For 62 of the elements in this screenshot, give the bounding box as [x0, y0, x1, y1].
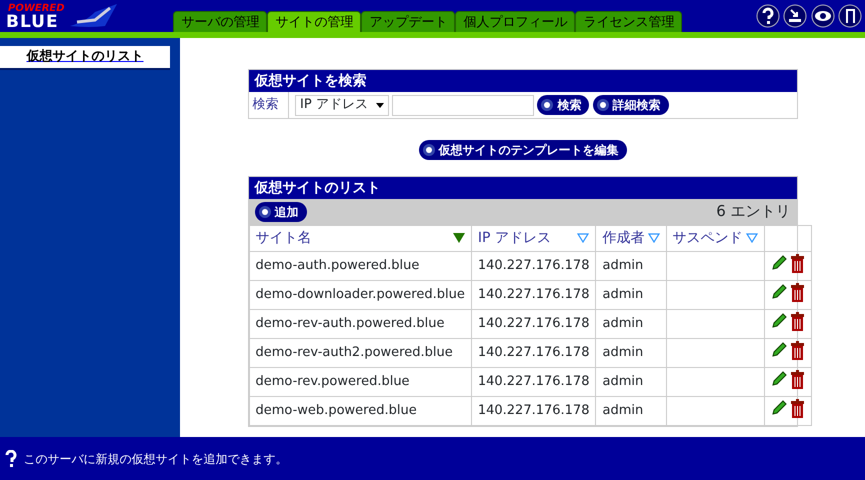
field-label: 検索 [248, 92, 288, 118]
tab[interactable]: サイトの管理 [267, 11, 362, 32]
help-icon[interactable] [756, 4, 780, 28]
table-cell: 140.227.176.178 [471, 338, 596, 367]
bullet-icon [258, 204, 272, 218]
table-cell: admin [596, 367, 666, 396]
bullet-icon [422, 143, 436, 157]
search-field[interactable] [392, 94, 534, 116]
table-cell: demo-rev-auth.powered.blue [249, 309, 472, 338]
tab[interactable]: ライセンス管理 [575, 11, 682, 32]
panel-title: 仮想サイトを検索 [248, 70, 796, 92]
table-cell: admin [596, 396, 666, 425]
status-text: このサーバに新規の仮想サイトを追加できます。 [24, 450, 288, 468]
table-cell: 140.227.176.178 [471, 280, 596, 309]
pencil-icon[interactable] [770, 342, 787, 358]
caret-icon [376, 102, 384, 108]
door-icon[interactable] [838, 4, 862, 28]
table-cell: admin [596, 309, 666, 338]
table-cell: admin [596, 338, 666, 367]
logo-text: POWERED [8, 4, 65, 14]
table-cell: demo-web.powered.blue [249, 396, 472, 425]
table-cell: 140.227.176.178 [471, 396, 596, 425]
trash-icon[interactable] [790, 312, 806, 330]
pencil-icon[interactable] [770, 284, 787, 300]
sort-icon[interactable] [746, 233, 758, 243]
sort-icon[interactable] [577, 233, 590, 243]
trash-icon[interactable] [790, 282, 806, 302]
pencil-icon[interactable] [770, 371, 787, 387]
add-button[interactable]: 追加 [254, 202, 306, 222]
trash-icon[interactable] [790, 340, 806, 360]
select-field[interactable]: IP アドレス [295, 94, 389, 116]
table-cell: demo-rev.powered.blue [249, 367, 472, 396]
table-cell: admin [596, 280, 666, 309]
table-cell: 140.227.176.178 [471, 251, 596, 280]
panel-title: 仮想サイトのリスト [248, 176, 796, 198]
help-icon [5, 450, 17, 468]
pencil-icon[interactable] [770, 313, 787, 329]
trash-icon[interactable] [790, 398, 806, 418]
table-cell: 140.227.176.178 [471, 309, 596, 338]
tab[interactable]: アップデート [361, 11, 456, 32]
table-cell: demo-rev-auth2.powered.blue [249, 338, 472, 367]
logo-text: BLUE [6, 14, 60, 31]
edit-template-button[interactable]: 仮想サイトのテンプレートを編集 [418, 140, 626, 160]
table-cell: admin [596, 251, 666, 280]
eye-icon[interactable] [810, 4, 834, 28]
pencil-icon[interactable] [770, 255, 787, 271]
table-cell: 140.227.176.178 [471, 367, 596, 396]
tab[interactable]: サーバの管理 [173, 11, 268, 32]
table-cell: demo-downloader.powered.blue [249, 280, 472, 309]
entry-count: 6 エントリ [716, 201, 790, 222]
trash-icon[interactable] [790, 370, 806, 388]
table-cell: demo-auth.powered.blue [249, 251, 472, 280]
pencil-icon[interactable] [770, 400, 787, 416]
search-button[interactable]: 検索 [537, 95, 590, 115]
sort-icon[interactable] [452, 233, 465, 243]
trash-icon[interactable] [790, 254, 806, 272]
sort-icon[interactable] [648, 233, 660, 243]
bullet-icon [540, 98, 554, 112]
download-icon[interactable] [783, 4, 808, 28]
tab[interactable]: 個人プロフィール [455, 11, 576, 32]
bullet-icon [596, 98, 610, 112]
search-button[interactable]: 詳細検索 [592, 95, 669, 115]
